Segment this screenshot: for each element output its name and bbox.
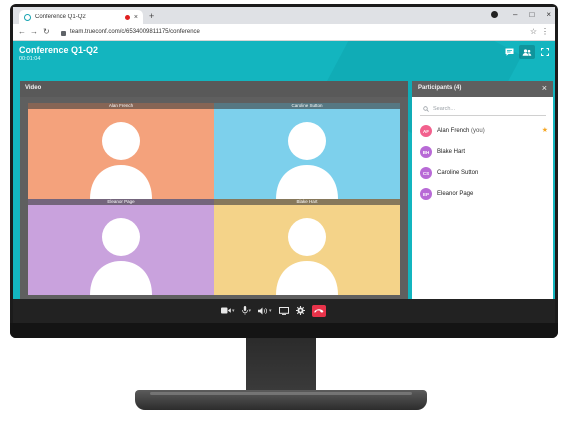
video-tile[interactable]: Caroline Sutton	[214, 103, 400, 199]
video-tile[interactable]: Blake Hart	[214, 199, 400, 295]
tab-close-icon[interactable]: ×	[134, 14, 138, 21]
settings-icon	[295, 306, 305, 315]
participant-item[interactable]: EP Eleanor Page	[420, 187, 548, 201]
screen-share-button[interactable]	[278, 304, 289, 317]
conference-timer: 00:01:04	[19, 56, 41, 62]
url-text: team.trueconf.com/c/6534009811175/confer…	[70, 29, 200, 35]
browser-menu-icon[interactable]: ⋮	[541, 27, 549, 37]
participants-icon	[522, 48, 532, 56]
window-controls: – □ ×	[513, 9, 551, 21]
conference-app: Conference Q1-Q2 00:01:04 Video Alan Fre…	[13, 41, 555, 299]
trueconf-favicon-icon	[24, 13, 31, 21]
minimize-button[interactable]: –	[513, 9, 517, 21]
participants-title: Participants (4)	[418, 85, 462, 91]
avatar-placeholder-icon	[214, 199, 400, 295]
browser-address-bar: ← → ↻ team.trueconf.com/c/6534009811175/…	[13, 24, 555, 41]
search-icon	[423, 106, 429, 112]
chevron-down-icon: ▾	[232, 307, 235, 314]
avatar: EP	[420, 188, 432, 200]
participant-name: Blake Hart	[437, 149, 466, 155]
conference-title: Conference Q1-Q2	[19, 45, 99, 55]
participants-button[interactable]	[519, 45, 535, 59]
maximize-button[interactable]: □	[529, 9, 534, 21]
bookmark-star-icon[interactable]: ☆	[530, 27, 537, 37]
speaker-button[interactable]: ▾	[258, 304, 272, 317]
microphone-icon	[241, 306, 248, 315]
reload-icon[interactable]: ↻	[43, 27, 50, 37]
browser-tab[interactable]: Conference Q1-Q2 ×	[19, 10, 143, 24]
participant-name: Eleanor Page	[437, 191, 474, 197]
participant-name: Alan French (you)	[437, 128, 485, 134]
tile-participant-name: Alan French	[28, 103, 214, 109]
recording-indicator-icon	[124, 14, 130, 20]
participant-name: Caroline Sutton	[437, 170, 479, 176]
video-panel-header: Video	[20, 81, 408, 97]
participant-search	[420, 103, 546, 116]
monitor-chin	[10, 323, 558, 338]
back-icon[interactable]: ←	[18, 27, 26, 37]
new-tab-button[interactable]: +	[149, 10, 154, 22]
avatar: BH	[420, 146, 432, 158]
avatar-placeholder-icon	[28, 103, 214, 199]
chevron-down-icon: ▾	[248, 307, 252, 314]
lock-icon	[61, 30, 66, 36]
tab-title: Conference Q1-Q2	[35, 14, 86, 20]
participant-name-text: Alan French	[437, 128, 470, 134]
search-input[interactable]	[433, 106, 533, 112]
tile-participant-name: Caroline Sutton	[214, 103, 400, 109]
avatar-placeholder-icon	[214, 103, 400, 199]
hang-up-icon	[314, 308, 324, 313]
fullscreen-icon	[541, 48, 549, 56]
forward-icon[interactable]: →	[30, 27, 38, 37]
participant-item[interactable]: BH Blake Hart	[420, 145, 548, 159]
camera-icon	[221, 307, 231, 314]
monitor-stand-neck	[246, 338, 316, 390]
avatar: AF	[420, 125, 432, 137]
call-controls-bar: ▾ ▾ ▾	[13, 299, 555, 323]
tile-participant-name: Eleanor Page	[28, 199, 214, 205]
video-panel: Video Alan French Caroline Sutton Eleano…	[20, 81, 408, 299]
monitor-screen: Conference Q1-Q2 × + – □ × ← → ↻ team.tr…	[13, 7, 555, 299]
participants-panel-header: Participants (4) ×	[412, 81, 553, 97]
chat-button[interactable]	[501, 45, 517, 59]
chevron-down-icon: ▾	[269, 307, 272, 314]
participants-panel: Participants (4) × AF Alan French (you) …	[412, 81, 553, 299]
avatar: CS	[420, 167, 432, 179]
close-window-button[interactable]: ×	[546, 9, 551, 21]
video-panel-title: Video	[25, 85, 42, 91]
participant-item[interactable]: AF Alan French (you) ★	[420, 124, 548, 138]
settings-button[interactable]	[295, 304, 305, 317]
stand-highlight	[150, 392, 412, 395]
hang-up-button[interactable]	[311, 304, 326, 317]
stage: Conference Q1-Q2 × + – □ × ← → ↻ team.tr…	[0, 0, 562, 421]
app-header: Conference Q1-Q2 00:01:04	[13, 41, 555, 67]
chat-icon	[505, 48, 513, 56]
url-field[interactable]: team.trueconf.com/c/6534009811175/confer…	[61, 26, 531, 38]
speaker-icon	[258, 307, 268, 314]
microphone-button[interactable]: ▾	[241, 304, 252, 317]
video-tile[interactable]: Alan French	[28, 103, 214, 199]
camera-button[interactable]: ▾	[221, 304, 235, 317]
owner-star-icon: ★	[541, 127, 548, 134]
you-label: (you)	[471, 128, 485, 134]
screen-share-icon	[278, 306, 289, 315]
video-tile[interactable]: Eleanor Page	[28, 199, 214, 295]
tile-participant-name: Blake Hart	[214, 199, 400, 205]
call-controls: ▾ ▾ ▾	[221, 304, 326, 317]
participant-item[interactable]: CS Caroline Sutton	[420, 166, 548, 180]
browser-tab-bar: Conference Q1-Q2 × + – □ ×	[13, 7, 555, 24]
fullscreen-button[interactable]	[537, 45, 553, 59]
avatar-placeholder-icon	[28, 199, 214, 295]
video-grid: Alan French Caroline Sutton Eleanor Page…	[28, 103, 400, 295]
profile-icon[interactable]	[491, 11, 498, 18]
close-panel-icon[interactable]: ×	[542, 83, 547, 93]
